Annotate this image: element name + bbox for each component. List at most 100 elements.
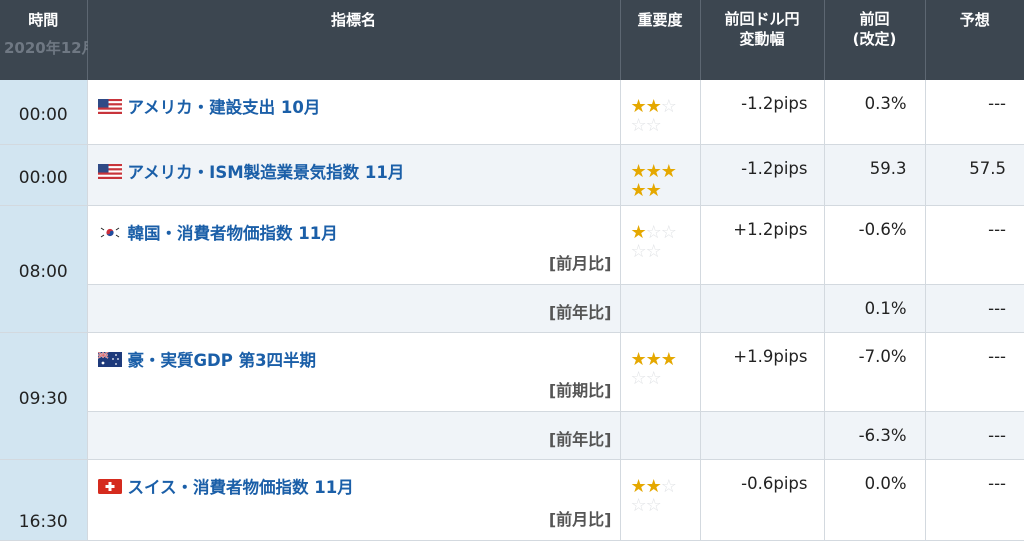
name-cell: スイス・消費者物価指数 11月 [前月比] (87, 460, 620, 541)
star-filled-icon: ★ (646, 349, 661, 370)
name-cell: アメリカ・ISM製造業景気指数 11月 (87, 145, 620, 206)
pips-cell (700, 285, 824, 333)
star-empty-icon: ☆ (631, 368, 646, 389)
header-pips-label: 前回ドル円変動幅 (701, 9, 824, 49)
time-text: 08:00 (0, 256, 87, 282)
stars-row: ☆☆ (631, 117, 691, 136)
time-cell: 16:30 (0, 460, 87, 541)
star-filled-icon: ★ (631, 349, 646, 370)
importance-cell (620, 285, 700, 333)
stars-row: ☆☆ (631, 243, 691, 262)
time-text: 00:00 (0, 99, 87, 125)
prev-cell: 0.1% (824, 285, 925, 333)
importance-stars: ★★☆☆☆ (631, 98, 691, 136)
forecast-value: --- (926, 206, 1024, 239)
time-cell: 00:00 (0, 80, 87, 145)
time-text: 09:30 (0, 383, 87, 409)
time-cell: 08:00 (0, 206, 87, 333)
forecast-cell: --- (925, 412, 1024, 460)
indicator-name: アメリカ・ISM製造業景気指数 11月 (128, 159, 405, 183)
star-filled-icon: ★ (631, 222, 646, 243)
indicator-link[interactable]: 豪・実質GDP 第3四半期 (88, 333, 620, 371)
indicator-link[interactable]: アメリカ・ISM製造業景気指数 11月 (88, 145, 620, 183)
prev-value: -0.6% (825, 206, 925, 239)
indicator-link[interactable]: アメリカ・建設支出 10月 (88, 80, 620, 118)
star-empty-icon: ☆ (646, 495, 661, 516)
forecast-cell: 57.5 (925, 145, 1024, 206)
table-row: 09:30 豪・実質GDP 第3四半期[前期比] ★★★☆☆ +1.9pips … (0, 333, 1024, 412)
forecast-value: --- (926, 460, 1024, 493)
star-empty-icon: ☆ (646, 222, 661, 243)
header-forecast-label: 予想 (926, 10, 1024, 30)
header-pips-line1: 前回ドル円 (724, 10, 799, 28)
star-empty-icon: ☆ (646, 368, 661, 389)
star-empty-icon: ☆ (646, 241, 661, 262)
name-cell: [前年比] (87, 412, 620, 460)
header-importance: 重要度 (620, 0, 700, 80)
prev-cell: -6.3% (824, 412, 925, 460)
star-filled-icon: ★ (661, 161, 676, 182)
pips-value: -1.2pips (701, 80, 824, 113)
prev-cell: -7.0% (824, 333, 925, 412)
star-filled-icon: ★ (646, 96, 661, 117)
star-empty-icon: ☆ (646, 115, 661, 136)
forecast-value: --- (926, 285, 1024, 318)
indicator-link[interactable]: スイス・消費者物価指数 11月 (88, 460, 620, 498)
importance-stars: ★★★★★ (631, 163, 691, 201)
forecast-cell: --- (925, 206, 1024, 285)
economic-calendar-table: 時間 2020年12月02日(水) 指標名 重要度 前回ドル円変動幅 前回(改定… (0, 0, 1024, 541)
header-prev-line2: (改定) (853, 30, 897, 48)
korea-flag-icon (98, 225, 122, 240)
sub-label: [前月比] (549, 250, 612, 274)
prev-value: 0.1% (825, 285, 925, 318)
star-empty-icon: ☆ (661, 222, 676, 243)
prev-value: -6.3% (825, 412, 925, 445)
pips-value: -0.6pips (701, 460, 824, 493)
sub-label: [前年比] (549, 426, 612, 450)
pips-cell: +1.2pips (700, 206, 824, 285)
us-flag-icon (98, 164, 122, 179)
importance-stars: ★☆☆☆☆ (631, 224, 691, 262)
table-row: 16:30 スイス・消費者物価指数 11月 [前月比] ★★☆☆☆ -0.6pip… (0, 460, 1024, 541)
indicator-name: スイス・消費者物価指数 11月 (128, 474, 354, 498)
importance-cell (620, 412, 700, 460)
name-cell: [前年比] (87, 285, 620, 333)
forecast-cell: --- (925, 333, 1024, 412)
star-empty-icon: ☆ (661, 476, 676, 497)
prev-cell: 0.3% (824, 80, 925, 145)
star-filled-icon: ★ (631, 161, 646, 182)
time-cell: 00:00 (0, 145, 87, 206)
prev-cell: 59.3 (824, 145, 925, 206)
star-filled-icon: ★ (631, 476, 646, 497)
table-row: 00:00 アメリカ・ISM製造業景気指数 11月 ★★★★★ -1.2pips… (0, 145, 1024, 206)
prev-value: 0.3% (825, 80, 925, 113)
prev-cell: -0.6% (824, 206, 925, 285)
australia-flag-icon (98, 352, 122, 367)
indicator-link[interactable]: 韓国・消費者物価指数 11月 (88, 206, 620, 244)
table-row: 08:00 韓国・消費者物価指数 11月[前月比] ★☆☆☆☆ +1.2pips… (0, 206, 1024, 285)
prev-value: -7.0% (825, 333, 925, 366)
table-row: [前年比] 0.1% --- (0, 285, 1024, 333)
pips-cell (700, 412, 824, 460)
star-empty-icon: ☆ (631, 495, 646, 516)
star-empty-icon: ☆ (661, 96, 676, 117)
time-cell: 09:30 (0, 333, 87, 460)
importance-cell: ★★☆☆☆ (620, 460, 700, 541)
header-importance-label: 重要度 (621, 10, 700, 30)
pips-cell: -1.2pips (700, 145, 824, 206)
name-cell: 豪・実質GDP 第3四半期 [前期比] (87, 333, 620, 412)
header-prev-line1: 前回 (859, 10, 889, 28)
sub-label: [前年比] (549, 299, 612, 323)
header-prev: 前回 (改定) (824, 0, 925, 80)
star-filled-icon: ★ (646, 180, 661, 201)
header-name-label: 指標名 (88, 10, 620, 30)
star-filled-icon: ★ (661, 349, 676, 370)
sub-label: [前期比] (549, 377, 612, 401)
forecast-cell: --- (925, 460, 1024, 541)
stars-row: ★★ (631, 182, 691, 201)
importance-stars: ★★☆☆☆ (631, 478, 691, 516)
sub-label: [前月比] (549, 506, 612, 530)
table-row: [前年比] -6.3% --- (0, 412, 1024, 460)
header-time-label: 時間 (0, 10, 87, 30)
importance-cell: ★★☆☆☆ (620, 80, 700, 145)
